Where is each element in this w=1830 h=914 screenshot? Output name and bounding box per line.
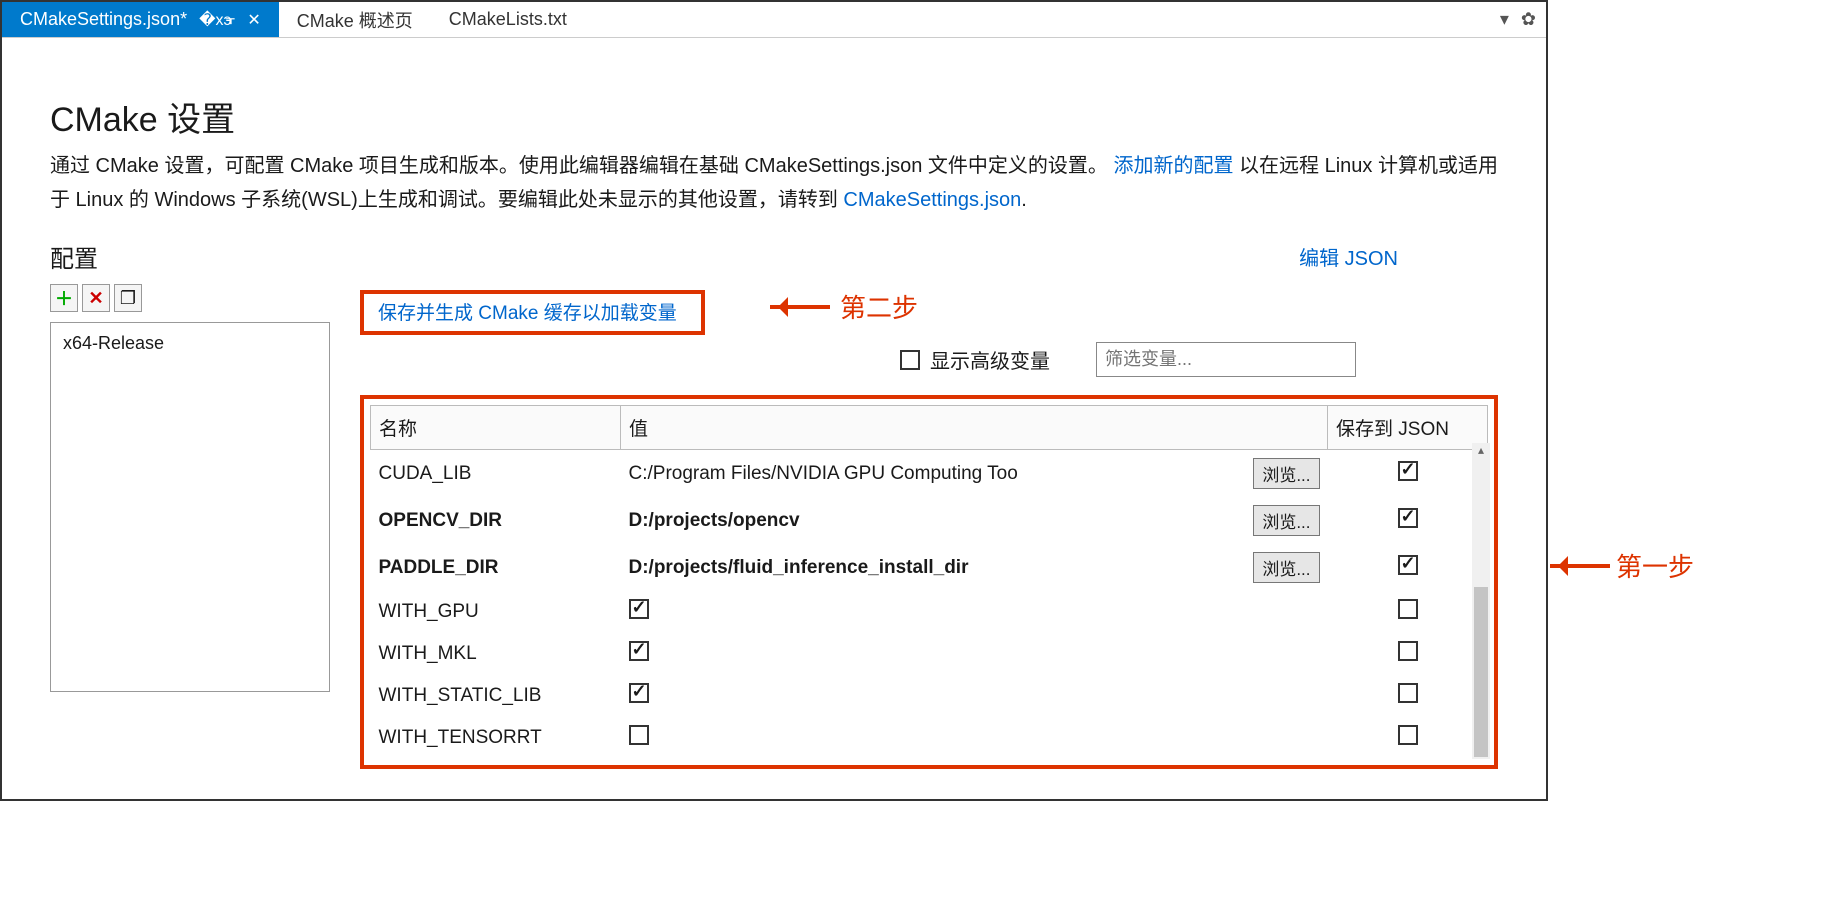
save-json-checkbox[interactable] xyxy=(1398,683,1418,703)
value-checkbox[interactable] xyxy=(629,725,649,745)
settings-json-link[interactable]: CMakeSettings.json xyxy=(843,189,1021,211)
save-json-checkbox[interactable] xyxy=(1398,599,1418,619)
var-value[interactable] xyxy=(621,633,1328,675)
browse-button[interactable]: 浏览... xyxy=(1253,505,1319,536)
save-json-cell xyxy=(1328,717,1488,759)
var-name[interactable]: WITH_TENSORRT xyxy=(371,717,621,759)
value-checkbox[interactable] xyxy=(629,599,649,619)
annotation-step2: 第二步 xyxy=(840,288,918,325)
table-row: CUDA_LIB C:/Program Files/NVIDIA GPU Comp… xyxy=(371,450,1488,498)
table-row: WITH_GPU xyxy=(371,591,1488,633)
close-icon[interactable]: ✕ xyxy=(247,10,260,30)
var-value[interactable] xyxy=(621,591,1328,633)
save-json-checkbox[interactable] xyxy=(1398,641,1418,661)
var-value-text[interactable]: D:/projects/opencv xyxy=(629,510,1254,532)
save-json-checkbox[interactable] xyxy=(1398,555,1418,575)
arrow-icon xyxy=(770,305,830,309)
arrow-icon xyxy=(1550,564,1610,568)
save-json-cell xyxy=(1328,675,1488,717)
save-json-cell xyxy=(1328,450,1488,498)
pin-icon[interactable]: ⫟ xyxy=(226,11,236,29)
editor-window: CMakeSettings.json* �хэ ⫟ ✕ CMake 概述页 CM… xyxy=(0,0,1548,801)
var-name[interactable]: WITH_GPU xyxy=(371,591,621,633)
var-name[interactable]: WITH_STATIC_LIB xyxy=(371,675,621,717)
add-config-link[interactable]: 添加新的配置 xyxy=(1113,155,1233,177)
save-json-checkbox[interactable] xyxy=(1398,508,1418,528)
var-name[interactable]: WITH_MKL xyxy=(371,633,621,675)
tab-label: CMakeSettings.json* xyxy=(20,9,187,30)
var-value-text[interactable]: D:/projects/fluid_inference_install_dir xyxy=(629,557,1254,579)
edit-json-link[interactable]: 编辑 JSON xyxy=(1299,242,1398,271)
desc-text: 通过 CMake 设置，可配置 CMake 项目生成和版本。使用此编辑器编辑在基… xyxy=(50,155,1113,177)
chevron-down-icon[interactable]: ▾ xyxy=(1500,9,1509,30)
var-name[interactable]: PADDLE_DIR xyxy=(371,544,621,591)
variables-table: 名称 值 保存到 JSON CUDA_LIB C:/Program Files/N… xyxy=(370,405,1488,759)
var-value[interactable]: D:/projects/opencv浏览... xyxy=(621,497,1328,544)
var-name[interactable]: CUDA_LIB xyxy=(371,450,621,498)
scrollbar[interactable]: ▴ xyxy=(1472,443,1490,759)
var-value[interactable] xyxy=(621,675,1328,717)
tab-strip: CMakeSettings.json* �хэ ⫟ ✕ CMake 概述页 CM… xyxy=(2,2,1546,38)
save-json-cell xyxy=(1328,633,1488,675)
scroll-up-icon[interactable]: ▴ xyxy=(1472,443,1490,461)
var-value[interactable]: C:/Program Files/NVIDIA GPU Computing To… xyxy=(621,450,1328,498)
table-row: PADDLE_DIRD:/projects/fluid_inference_in… xyxy=(371,544,1488,591)
show-advanced-label: 显示高级变量 xyxy=(930,345,1050,374)
browse-button[interactable]: 浏览... xyxy=(1253,552,1319,583)
copy-config-button[interactable]: ❐ xyxy=(114,284,142,312)
scroll-thumb[interactable] xyxy=(1474,587,1488,757)
tab-label: CMake 概述页 xyxy=(297,7,413,33)
var-value-text[interactable]: C:/Program Files/NVIDIA GPU Computing To… xyxy=(629,463,1254,485)
var-value[interactable]: D:/projects/fluid_inference_install_dir浏… xyxy=(621,544,1328,591)
tab-cmakelists[interactable]: CMakeLists.txt xyxy=(431,2,585,37)
content-area: CMake 设置 通过 CMake 设置，可配置 CMake 项目生成和版本。使… xyxy=(2,38,1546,799)
var-value[interactable] xyxy=(621,717,1328,759)
save-json-cell xyxy=(1328,497,1488,544)
save-json-checkbox[interactable] xyxy=(1398,461,1418,481)
config-toolbar: ＋ ✕ ❐ xyxy=(50,284,330,312)
save-generate-cache-link[interactable]: 保存并生成 CMake 缓存以加载变量 xyxy=(378,303,677,324)
table-row: OPENCV_DIRD:/projects/opencv浏览... xyxy=(371,497,1488,544)
table-row: WITH_MKL xyxy=(371,633,1488,675)
table-row: WITH_TENSORRT xyxy=(371,717,1488,759)
add-config-button[interactable]: ＋ xyxy=(50,284,78,312)
var-name[interactable]: OPENCV_DIR xyxy=(371,497,621,544)
save-json-checkbox[interactable] xyxy=(1398,725,1418,745)
config-item[interactable]: x64-Release xyxy=(51,323,329,364)
page-description: 通过 CMake 设置，可配置 CMake 项目生成和版本。使用此编辑器编辑在基… xyxy=(50,149,1498,217)
gear-icon[interactable]: ✿ xyxy=(1521,9,1536,30)
config-list[interactable]: x64-Release xyxy=(50,322,330,692)
col-value[interactable]: 值 xyxy=(621,406,1328,450)
filter-variables-input[interactable] xyxy=(1096,342,1356,377)
save-json-cell xyxy=(1328,591,1488,633)
show-advanced-checkbox[interactable] xyxy=(900,350,920,370)
value-checkbox[interactable] xyxy=(629,641,649,661)
annotation-box-step1: 名称 值 保存到 JSON CUDA_LIB C:/Program Files/N… xyxy=(360,395,1498,769)
col-name[interactable]: 名称 xyxy=(371,406,621,450)
config-heading: 配置 xyxy=(50,239,350,274)
value-checkbox[interactable] xyxy=(629,683,649,703)
table-row: WITH_STATIC_LIB xyxy=(371,675,1488,717)
col-save[interactable]: 保存到 JSON xyxy=(1328,406,1488,450)
page-title: CMake 设置 xyxy=(50,92,1498,141)
browse-button[interactable]: 浏览... xyxy=(1253,458,1319,489)
annotation-box-step2: 保存并生成 CMake 缓存以加载变量 xyxy=(360,290,705,335)
tab-cmake-overview[interactable]: CMake 概述页 xyxy=(279,2,431,37)
save-json-cell xyxy=(1328,544,1488,591)
delete-config-button[interactable]: ✕ xyxy=(82,284,110,312)
tab-cmake-settings[interactable]: CMakeSettings.json* �хэ ⫟ ✕ xyxy=(2,2,279,37)
annotation-step1: 第一步 xyxy=(1616,547,1694,584)
tab-label: CMakeLists.txt xyxy=(449,9,567,30)
desc-text: . xyxy=(1021,189,1027,211)
